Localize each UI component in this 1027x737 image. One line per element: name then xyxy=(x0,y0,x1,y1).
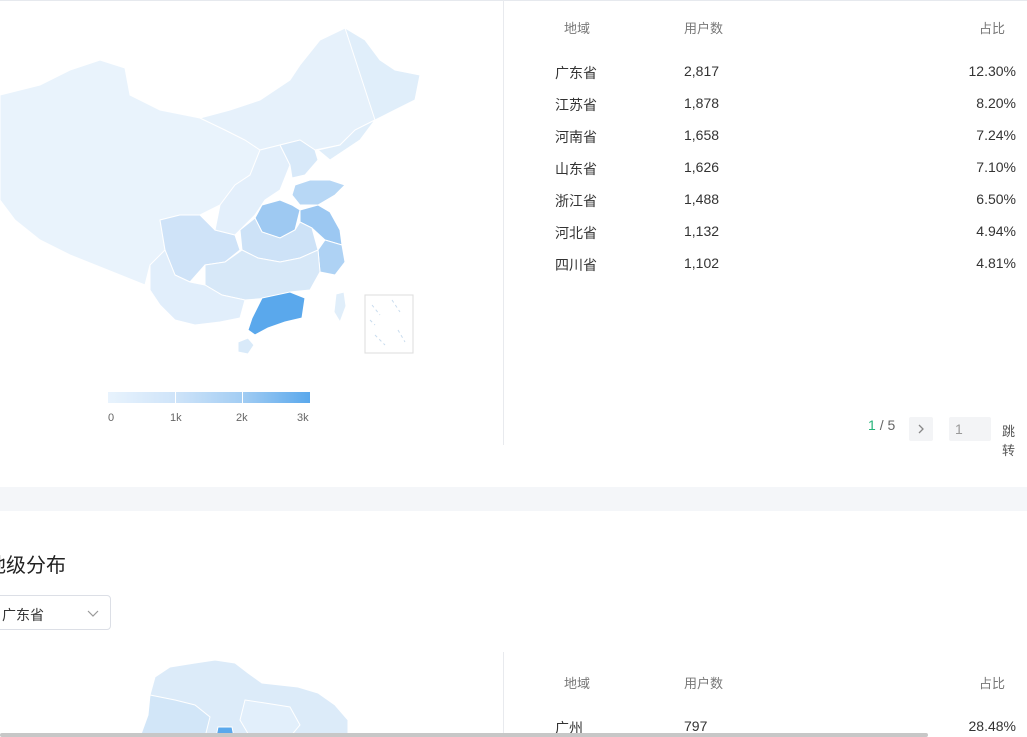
legend-label-1k: 1k xyxy=(170,412,182,424)
row-users: 1,132 xyxy=(684,223,720,239)
legend-label-0: 0 xyxy=(108,412,115,424)
legend-tick xyxy=(175,392,176,403)
china-province-map xyxy=(0,26,421,355)
row-region: 浙江省 xyxy=(555,193,597,209)
map-region-hainan[interactable] xyxy=(237,337,255,355)
chevron-down-icon xyxy=(87,610,99,617)
row-region: 河北省 xyxy=(555,225,597,241)
row-users: 797 xyxy=(684,718,708,734)
city-distribution-title: 地级分布 xyxy=(0,555,66,577)
city-column-header-users[interactable]: 用户数 xyxy=(684,673,723,692)
jump-button[interactable]: 跳转 xyxy=(1002,421,1027,459)
map-region-zhejiang[interactable] xyxy=(317,239,346,276)
guangdong-city-map xyxy=(139,659,349,737)
chevron-right-icon xyxy=(918,424,924,434)
section-separator xyxy=(0,487,1027,511)
city-panel-divider xyxy=(503,652,504,737)
legend-labels: 0 1k 2k 3k xyxy=(108,412,310,426)
row-share: 7.24% xyxy=(976,127,1016,143)
row-share: 28.48% xyxy=(968,718,1016,734)
column-header-region[interactable]: 地域 xyxy=(564,18,590,37)
row-region: 江苏省 xyxy=(555,97,597,113)
row-region: 山东省 xyxy=(555,161,597,177)
row-users: 2,817 xyxy=(684,63,720,79)
row-users: 1,878 xyxy=(684,95,720,111)
row-users: 1,102 xyxy=(684,255,720,271)
row-share: 4.94% xyxy=(976,223,1016,239)
city-column-header-share[interactable]: 占比 xyxy=(979,673,1005,692)
column-header-users[interactable]: 用户数 xyxy=(684,18,723,37)
pagination-status: 1 / 5 xyxy=(868,417,895,441)
row-users: 1,626 xyxy=(684,159,720,175)
legend-gradient-bar xyxy=(108,392,310,403)
color-legend: 0 1k 2k 3k xyxy=(108,392,310,426)
horizontal-scrollbar[interactable] xyxy=(0,733,928,737)
pager-separator: / xyxy=(879,417,884,433)
next-page-button[interactable] xyxy=(909,417,933,441)
panel-divider xyxy=(503,0,504,445)
column-header-share[interactable]: 占比 xyxy=(979,18,1005,37)
row-share: 12.30% xyxy=(968,63,1016,79)
map-region-taiwan[interactable] xyxy=(333,291,347,324)
jump-page-input[interactable] xyxy=(949,417,991,441)
city-column-header-region[interactable]: 地域 xyxy=(564,673,590,692)
row-region: 河南省 xyxy=(555,129,597,145)
row-share: 7.10% xyxy=(976,159,1016,175)
legend-tick xyxy=(242,392,243,403)
legend-label-3k: 3k xyxy=(297,412,309,424)
row-region: 广东省 xyxy=(555,65,597,81)
province-select-value: 广东省 xyxy=(2,607,44,623)
pager-current-page: 1 xyxy=(868,417,876,433)
legend-label-2k: 2k xyxy=(236,412,248,424)
row-share: 4.81% xyxy=(976,255,1016,271)
row-region: 四川省 xyxy=(555,257,597,273)
row-users: 1,658 xyxy=(684,127,720,143)
south-china-sea-inset xyxy=(364,294,414,354)
row-users: 1,488 xyxy=(684,191,720,207)
pager-total-pages: 5 xyxy=(887,417,896,433)
province-distribution-panel: 0 1k 2k 3k 地域 用户数 占比 广东省 2,817 12.30% 江苏… xyxy=(0,0,1027,487)
row-share: 6.50% xyxy=(976,191,1016,207)
row-share: 8.20% xyxy=(976,95,1016,111)
map-region-shandong[interactable] xyxy=(291,179,346,206)
province-select[interactable]: 广东省 xyxy=(0,595,111,630)
